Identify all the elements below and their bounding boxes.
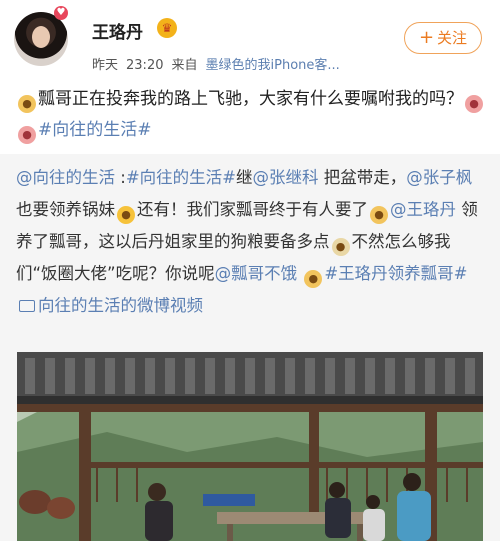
post-text: ● 瓢哥正在投奔我的路上飞驰，大家有什么要嘱咐我的吗？ ●● #向往的生活#: [16, 84, 488, 146]
dog-emoji-icon: ●: [370, 206, 388, 224]
post-hashtag[interactable]: #向往的生活#: [38, 120, 152, 140]
mention[interactable]: @张子枫: [406, 168, 472, 187]
post-header: ♥ 王珞丹 ♛ 昨天 23:20 来自 墨绿色的我iPhone客... + 关注: [0, 0, 500, 78]
hashtag[interactable]: #向往的生活#: [126, 168, 236, 187]
post-meta: 昨天 23:20 来自 墨绿色的我iPhone客...: [92, 54, 348, 73]
mention[interactable]: @张继科: [252, 168, 318, 187]
time-label: 昨天: [92, 58, 119, 73]
repost-text: @向往的生活 :#向往的生活#继@张继科 把盆带走，@张子枫 也要领养锅妹 ● 还有…: [16, 162, 486, 322]
avatar[interactable]: [14, 12, 68, 66]
follow-label: 关注: [437, 29, 468, 47]
text: 把盆带走，: [318, 168, 407, 187]
heart-icon: ♥: [54, 6, 68, 20]
repost-card[interactable]: @向往的生活 :#向往的生活#继@张继科 把盆带走，@张子枫 也要领养锅妹 ● 还有…: [0, 154, 500, 541]
mention[interactable]: @向往的生活: [16, 168, 115, 187]
text: 还有！我们家瓢哥终于有人要了: [137, 200, 368, 219]
mention[interactable]: @王珞丹: [390, 200, 456, 219]
source-link[interactable]: 墨绿色的我iPhone客...: [206, 58, 340, 73]
mention[interactable]: @瓢哥不饿: [215, 264, 298, 283]
cat-emoji-icon: ●: [331, 238, 350, 256]
text: 也要领养锅妹: [16, 200, 115, 219]
separator: :: [115, 168, 126, 187]
follow-button[interactable]: + 关注: [404, 22, 482, 54]
shy-emoji-icon: ●: [117, 206, 135, 224]
avatar-face: [32, 26, 50, 48]
dog-emoji-icon: ●: [18, 95, 36, 113]
hashtag[interactable]: #王珞丹领养瓢哥#: [324, 264, 467, 283]
post-body: 瓢哥正在投奔我的路上飞驰，大家有什么要嘱咐我的吗？: [38, 89, 463, 109]
vip-crown-icon: ♛: [157, 18, 177, 38]
source-prefix: 来自: [171, 58, 198, 73]
pig-emoji-icon: ●: [465, 95, 483, 113]
video-thumbnail[interactable]: [17, 352, 483, 541]
plus-icon: +: [418, 27, 435, 48]
video-icon: [19, 300, 35, 312]
time: 23:20: [126, 58, 164, 73]
dog-emoji-icon: ●: [304, 270, 323, 288]
scene-illustration: [17, 352, 483, 541]
username[interactable]: 王珞丹: [92, 18, 143, 43]
text: 继: [235, 168, 253, 187]
video-link[interactable]: 向往的生活的微博视频: [38, 296, 203, 315]
pig-emoji-icon: ●: [18, 126, 36, 144]
